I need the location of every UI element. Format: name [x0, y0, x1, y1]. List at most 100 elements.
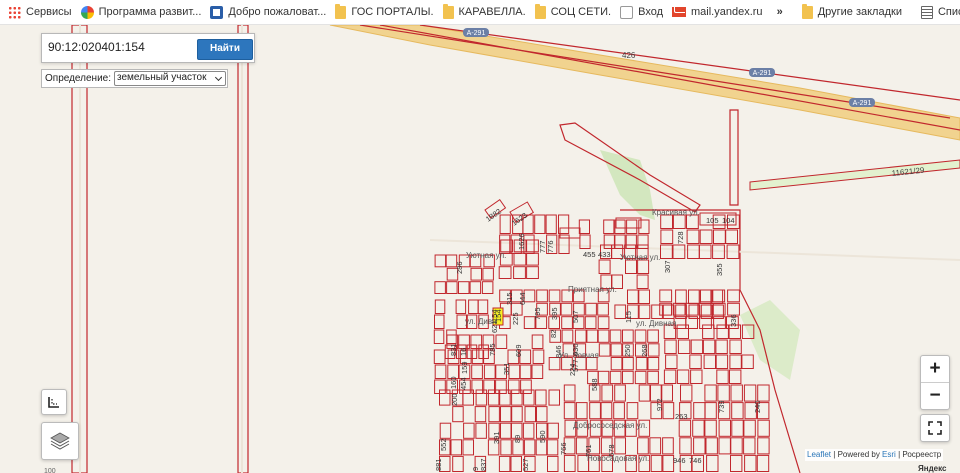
parcel-number-label: 766 [559, 442, 568, 455]
definition-select[interactable]: земельный участок [114, 71, 227, 86]
road-label: А-291 [467, 30, 486, 37]
parcel-number-label: 837 [479, 458, 488, 471]
bookmark-other[interactable]: Другие закладки [801, 3, 902, 19]
parcel-number-label: 105 [706, 216, 719, 225]
bookmark-mail[interactable]: mail.yandex.ru [672, 6, 763, 18]
parcel-number-label: 578 [607, 444, 616, 457]
parcel-number-label: 200 [450, 393, 459, 406]
parcel-number-label: 552 [439, 438, 448, 451]
bookmark-gos-portals[interactable]: ГОС ПОРТАЛЫ. [335, 3, 434, 19]
measure-button[interactable] [41, 389, 67, 415]
street-label: Новосадовая ул. [587, 454, 649, 463]
parcel-number-label: 89 [513, 435, 522, 443]
parcel-number-label: 250 [623, 344, 632, 357]
parcel-number-label: 644 [518, 292, 527, 305]
parcel-number-label: 609 [514, 344, 523, 357]
definition-row: Определение: земельный участок [41, 69, 229, 88]
parcel-number-label: 9 [471, 467, 480, 471]
leaflet-link[interactable]: Leaflet [807, 450, 831, 459]
street-label: Уютная ул. [620, 253, 660, 262]
bookmark-welcome[interactable]: Добро пожаловат... [210, 5, 326, 19]
parcel-number-label: 391 [492, 431, 501, 444]
street-label: Приятная ул. [568, 285, 617, 294]
bookmark-services[interactable]: Сервисы [8, 5, 72, 19]
parcel-number-label: 795 [533, 307, 542, 320]
fullscreen-icon [928, 421, 942, 435]
parcel-number-label: 785 [488, 343, 497, 356]
parcel-number-label: 160 [449, 376, 458, 389]
measure-icon [48, 397, 59, 408]
pinwheel-icon [80, 5, 94, 19]
parcel-number-label: 746 [689, 456, 702, 465]
parcel-number-label: 307 [663, 260, 672, 273]
map-canvas[interactable]: Уютная ул. Красивая ул. Уютная ул. Приятная… [0, 25, 960, 473]
parcel-number-label: 507 [571, 310, 580, 323]
bookmark-karavella[interactable]: КАРАВЕЛЛА. [442, 3, 526, 19]
parcel-number-label: 630 [571, 343, 580, 356]
layers-button[interactable] [41, 422, 79, 460]
mail-icon [672, 7, 687, 17]
folder-icon [442, 3, 454, 19]
parcel-number-label: 82 [549, 330, 558, 338]
rosreestr-text: | Росреестр [898, 450, 942, 459]
zoom-out-button[interactable]: − [921, 383, 949, 409]
parcel-number-label: 433 [598, 250, 611, 259]
reading-list-icon [920, 5, 933, 19]
bookmarks-overflow-button[interactable]: » [777, 6, 783, 18]
folder-icon [335, 3, 347, 19]
parcel-number-label: 224 [568, 363, 577, 376]
parcel-number-label: 846 [554, 345, 563, 358]
bookmark-social[interactable]: СОЦ СЕТИ. [534, 3, 611, 19]
parcel-number-label: 831 [449, 343, 458, 356]
parcel-number-label: 881 [434, 458, 443, 471]
zoom-in-button[interactable]: + [921, 356, 949, 383]
zoom-control: + − [920, 355, 950, 410]
street-label: ул. Дивная [636, 319, 676, 328]
parcel-number-label: 776 [546, 240, 555, 253]
bookmark-login[interactable]: Вход [620, 5, 663, 19]
parcel-number-label: 315 [505, 292, 514, 305]
street-label: Добрососедская ул. [573, 421, 647, 430]
parcel-number-label: 527 [521, 458, 530, 471]
folder-icon [801, 3, 813, 19]
parcel-number-label: 739 [717, 400, 726, 413]
powered-by-text: | Powered by [833, 450, 880, 459]
road-number-label: 426 [622, 51, 636, 60]
yandex-watermark: Яндекс [918, 464, 947, 473]
parcel-number-label: 159 [460, 361, 469, 374]
layers-icon [50, 432, 70, 450]
fullscreen-button[interactable] [920, 414, 950, 442]
cadastral-search-panel: Найти [41, 33, 255, 63]
map-attribution: Leaflet | Powered by Esri | Росреестр [805, 449, 944, 461]
gosuslugi-icon [620, 5, 634, 19]
search-button[interactable]: Найти [197, 39, 253, 60]
document-icon [210, 5, 224, 19]
parcel-number-label: 115 [624, 311, 633, 323]
definition-label: Определение: [45, 73, 112, 84]
esri-link[interactable]: Esri [882, 450, 896, 459]
parcel-number-label: 728 [676, 231, 685, 244]
cadastral-map[interactable]: Уютная ул. Красивая ул. Уютная ул. Приятная… [0, 25, 960, 473]
road-label: А-291 [753, 70, 772, 77]
parcel-number-label: 286 [455, 261, 464, 274]
bookmark-program[interactable]: Программа развит... [80, 5, 201, 19]
parcel-number-label: 355 [715, 263, 724, 276]
parcel-number-label: 590 [538, 430, 547, 443]
bookmarks-bar: Сервисы Программа развит... Добро пожало… [0, 0, 960, 25]
parcel-number-label: 946 [673, 456, 686, 465]
parcel-number-label: 104 [722, 216, 735, 225]
street-label: Уютная ул. [466, 251, 506, 260]
parcel-number-label: 263 [675, 412, 688, 421]
parcel-number-label: 588 [590, 378, 599, 391]
road-label: А-291 [853, 100, 872, 107]
reading-list[interactable]: Список дл [920, 5, 960, 19]
parcel-number-label: 336 [729, 314, 738, 327]
parcel-number-label: 1626 [517, 233, 526, 250]
parcel-number-label: 225 [511, 312, 520, 325]
scale-edge-text: 100 [44, 468, 56, 473]
parcel-number-label: 351 [502, 362, 511, 375]
cadastral-number-input[interactable] [46, 38, 196, 56]
folder-icon [534, 3, 546, 19]
parcel-number-label: 455 [583, 250, 596, 259]
parcel-number-label: 454 [459, 377, 468, 390]
